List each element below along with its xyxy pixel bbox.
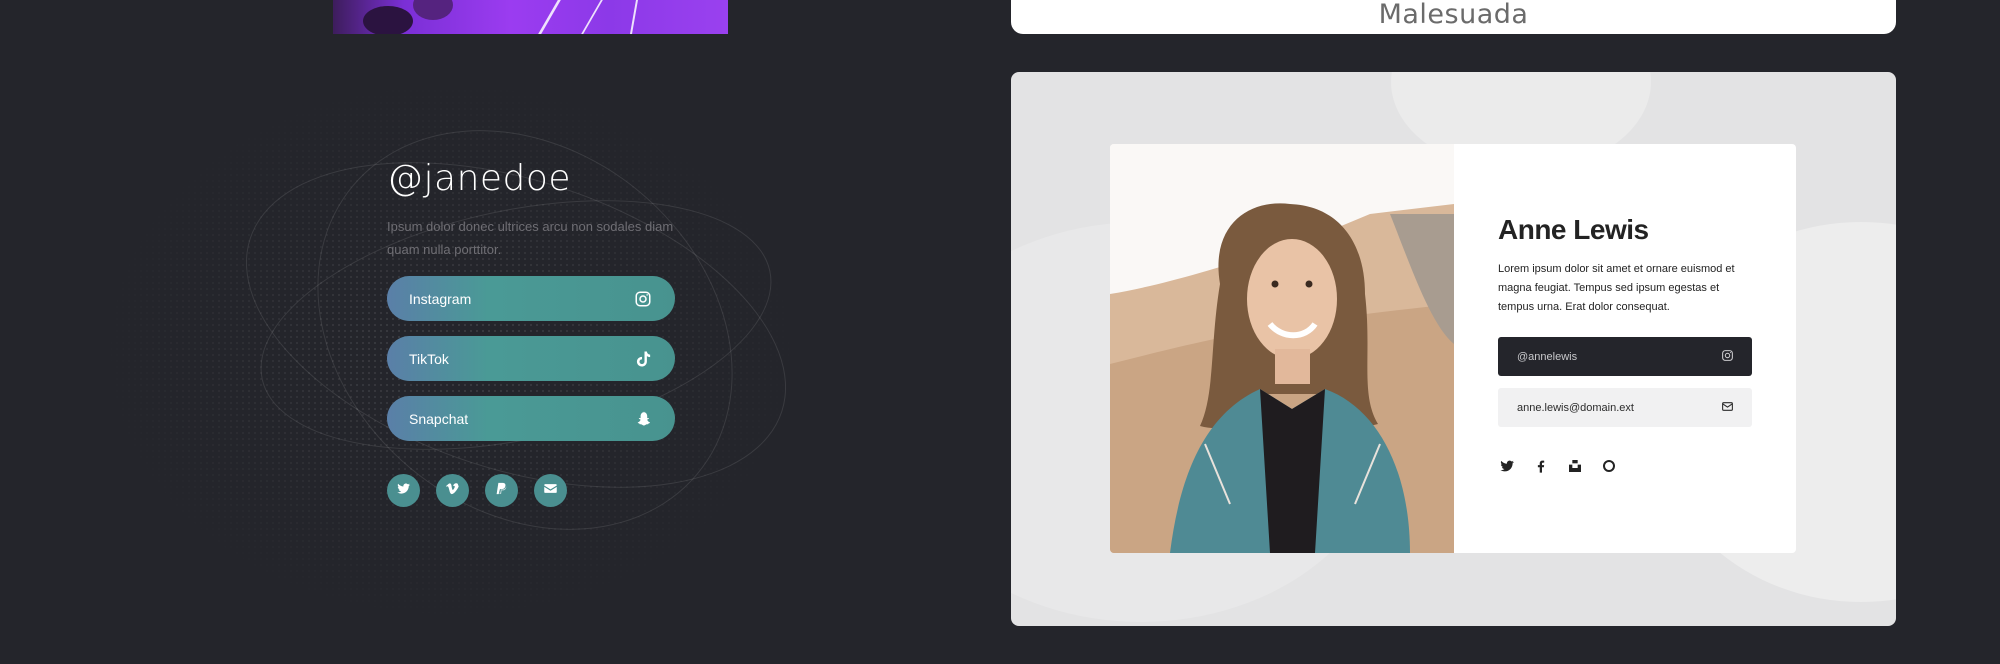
top-card-title: Malesuada [1378,0,1529,30]
link-label: TikTok [409,350,449,367]
500px-icon[interactable] [1600,457,1617,474]
snapchat-link-button[interactable]: Snapchat [387,396,675,441]
profile-card-container: Anne Lewis Lorem ipsum dolor sit amet et… [1011,72,1896,626]
instagram-icon [1721,349,1734,365]
left-profile-card: @janedoe Ipsum dolor donec ultrices arcu… [387,158,687,507]
email-address: anne.lewis@domain.ext [1517,401,1634,414]
profile-name: Anne Lewis [1498,214,1649,245]
snapchat-icon [633,409,653,429]
social-icon-row [387,474,687,507]
tiktok-icon [633,349,653,369]
link-list: Instagram TikTok Snapchat [387,276,687,441]
profile-social-row [1498,457,1752,474]
profile-card: Anne Lewis Lorem ipsum dolor sit amet et… [1110,144,1796,553]
page: Malesuada @janedoe Ipsum dolor donec ult… [0,0,2000,664]
link-label: Snapchat [409,410,469,427]
top-card: Malesuada [1011,0,1896,34]
paypal-icon [494,481,509,501]
tiktok-link-button[interactable]: TikTok [387,336,675,381]
twitter-icon[interactable] [1498,457,1515,474]
instagram-icon [633,289,653,309]
profile-photo [1110,144,1454,553]
profile-bio: Lorem ipsum dolor sit amet et ornare eui… [1498,263,1735,313]
profile-handle: @janedoe [387,158,572,199]
paypal-button[interactable] [485,474,518,507]
instagram-link-button[interactable]: Instagram [387,276,675,321]
unsplash-icon[interactable] [1566,457,1583,474]
instagram-field[interactable]: @annelewis [1498,337,1752,376]
vimeo-button[interactable] [436,474,469,507]
profile-info: Anne Lewis Lorem ipsum dolor sit amet et… [1454,144,1796,553]
email-field[interactable]: anne.lewis@domain.ext [1498,388,1752,427]
top-gallery-image [333,0,728,34]
profile-description: Ipsum dolor donec ultrices arcu non soda… [387,219,674,257]
facebook-icon[interactable] [1532,457,1549,474]
email-icon [1721,400,1734,416]
link-label: Instagram [409,290,472,307]
twitter-icon [396,481,411,501]
email-button[interactable] [534,474,567,507]
twitter-button[interactable] [387,474,420,507]
vimeo-icon [445,481,460,501]
instagram-handle: @annelewis [1517,350,1578,363]
email-icon [543,481,558,501]
